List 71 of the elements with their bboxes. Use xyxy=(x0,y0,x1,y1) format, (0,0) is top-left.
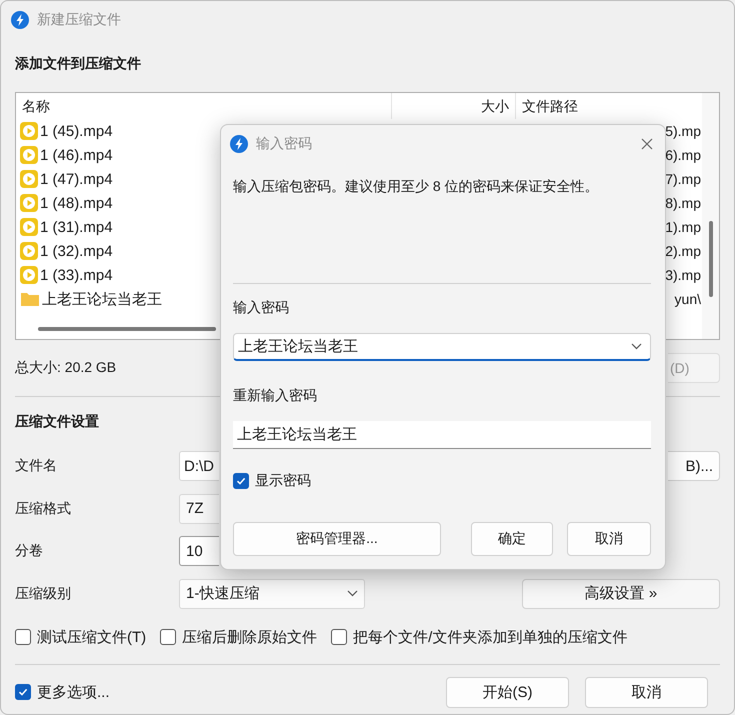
checkbox[interactable] xyxy=(331,629,348,645)
browse-button[interactable]: B)... xyxy=(668,451,720,482)
video-file-icon xyxy=(20,146,38,164)
password-combobox[interactable]: 上老王论坛当老王 xyxy=(233,333,651,361)
option-label[interactable]: 把每个文件/文件夹添加到单独的压缩文件 xyxy=(353,628,628,646)
file-name: 1 (45).mp4 xyxy=(40,122,113,140)
file-path: 8).mp xyxy=(665,195,701,211)
field-label: 文件名 xyxy=(15,457,58,476)
window-title: 新建压缩文件 xyxy=(37,11,121,29)
advanced-settings-button[interactable]: 高级设置 » xyxy=(522,578,720,609)
file-name: 上老王论坛当老王 xyxy=(42,290,162,308)
scrollbar[interactable] xyxy=(702,93,719,339)
video-file-icon xyxy=(20,266,38,284)
file-path: 6).mp xyxy=(665,147,701,163)
field-label: 压缩格式 xyxy=(15,500,72,518)
file-name: 1 (33).mp4 xyxy=(40,266,113,284)
file-path: 7).mp xyxy=(665,171,701,187)
check-icon xyxy=(17,686,29,698)
checkbox[interactable] xyxy=(160,629,176,645)
confirm-password-field[interactable]: 上老王论坛当老王 xyxy=(233,421,651,449)
option-label[interactable]: 测试压缩文件(T) xyxy=(37,628,146,646)
ok-button[interactable]: 确定 xyxy=(471,522,553,556)
caret-icon xyxy=(347,590,358,598)
file-path: 3).mp xyxy=(665,267,701,283)
field-label: 压缩级别 xyxy=(15,584,72,603)
video-file-icon xyxy=(20,122,38,140)
app-logo-icon xyxy=(230,135,248,153)
more-options-label[interactable]: 更多选项... xyxy=(37,682,110,702)
column-header[interactable]: 大小 xyxy=(391,93,516,119)
filename-field[interactable]: D:\D xyxy=(179,451,219,482)
check-icon xyxy=(235,475,247,487)
dialog-description: 输入压缩包密码。建议使用至少 8 位的密码来保证安全性。 xyxy=(233,178,599,194)
checkbox[interactable] xyxy=(15,684,31,700)
close-icon[interactable] xyxy=(641,138,653,150)
file-path: 1).mp xyxy=(665,219,701,235)
cancel-button[interactable]: 取消 xyxy=(585,676,708,708)
caret-icon xyxy=(631,343,642,350)
file-name: 1 (31).mp4 xyxy=(40,218,113,236)
file-name: 1 (47).mp4 xyxy=(40,170,113,188)
file-path: 5).mp xyxy=(665,123,701,139)
checkbox[interactable] xyxy=(233,473,249,489)
cancel-button[interactable]: 取消 xyxy=(567,522,651,556)
option-label[interactable]: 压缩后删除原始文件 xyxy=(182,628,318,646)
file-name: 1 (32).mp4 xyxy=(40,242,113,260)
confirm-password-label: 重新输入密码 xyxy=(233,387,317,403)
file-name: 1 (46).mp4 xyxy=(40,146,113,164)
password-manager-button[interactable]: 密码管理器... xyxy=(233,522,441,556)
format-dropdown[interactable]: 7Z xyxy=(179,494,219,524)
section-heading: 添加文件到压缩文件 xyxy=(15,55,141,71)
show-password-label[interactable]: 显示密码 xyxy=(255,472,311,490)
folder-icon xyxy=(20,291,40,307)
column-header[interactable]: 文件路径 xyxy=(516,93,592,119)
video-file-icon xyxy=(20,242,38,260)
level-dropdown[interactable]: 1-快速压缩 xyxy=(179,578,365,609)
scrollbar-thumb[interactable] xyxy=(38,327,216,331)
field-label: 分卷 xyxy=(15,542,44,560)
app-logo-icon xyxy=(11,11,29,29)
column-header[interactable]: 名称 xyxy=(16,93,391,119)
dialog-title: 输入密码 xyxy=(256,135,312,153)
file-name: 1 (48).mp4 xyxy=(40,194,113,212)
file-path: 2).mp xyxy=(665,243,701,259)
section-heading: 压缩文件设置 xyxy=(15,413,99,429)
file-path: yun\ xyxy=(674,291,701,307)
video-file-icon xyxy=(20,170,38,188)
video-file-icon xyxy=(20,218,38,236)
checkbox[interactable] xyxy=(15,629,31,645)
volume-field[interactable]: 10 xyxy=(179,536,219,566)
total-size: 总大小: 20.2 GB xyxy=(15,359,116,377)
start-button[interactable]: 开始(S) xyxy=(446,676,569,708)
password-label: 输入密码 xyxy=(233,299,289,315)
video-file-icon xyxy=(20,194,38,212)
